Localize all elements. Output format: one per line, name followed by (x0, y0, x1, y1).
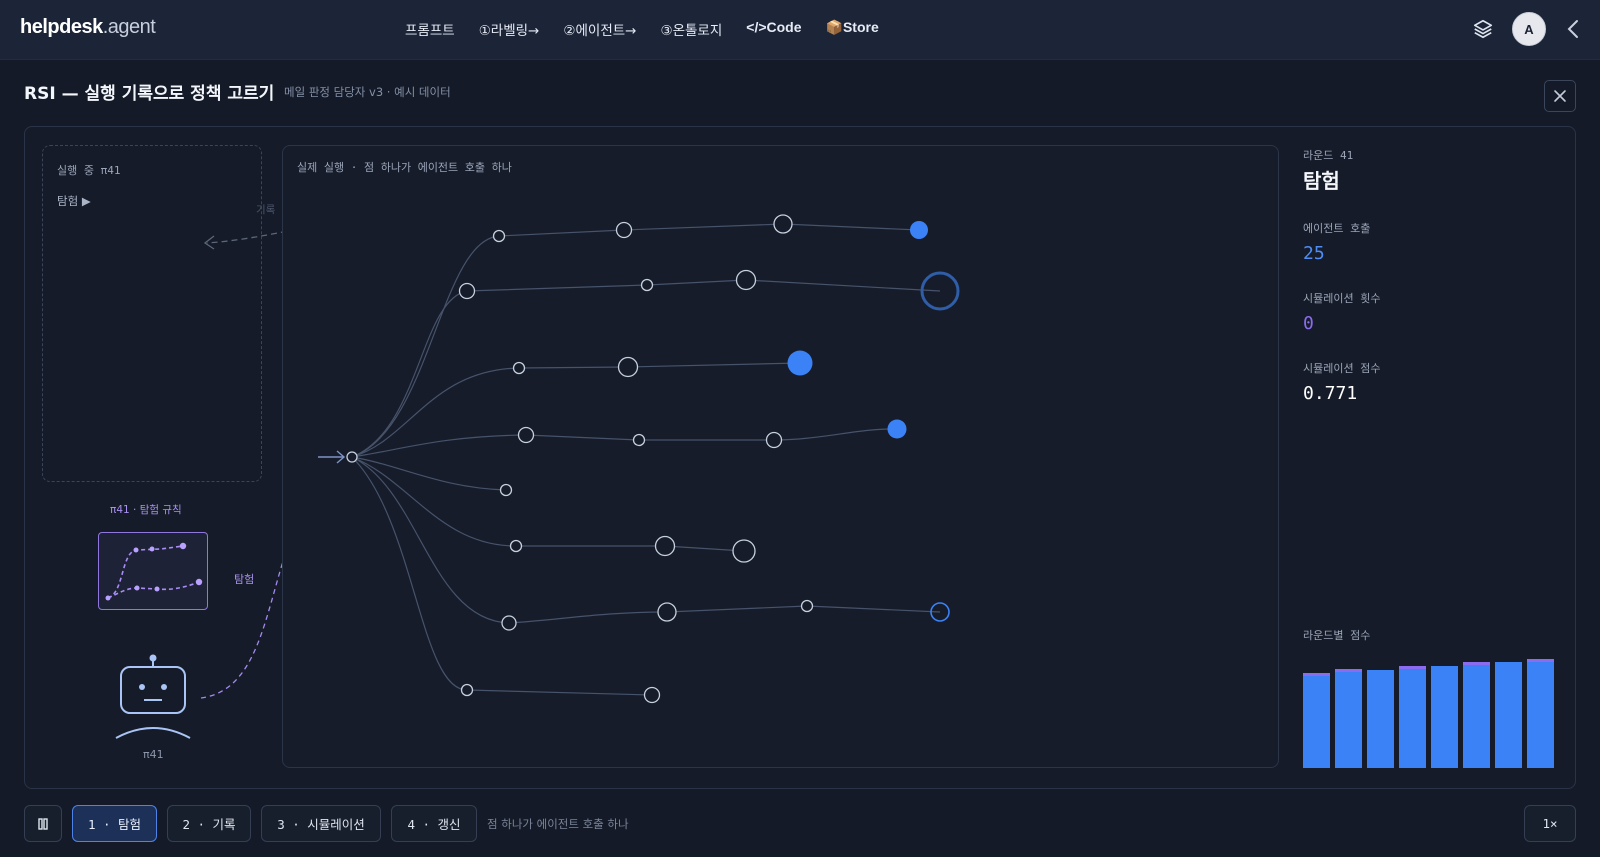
score-bar (1463, 665, 1490, 768)
score-bar-top (1463, 662, 1490, 665)
pause-button[interactable] (24, 805, 62, 842)
score-bar (1367, 670, 1394, 768)
score-bar-top (1527, 659, 1554, 662)
score-bar-top (1335, 669, 1362, 672)
score-bar (1303, 676, 1330, 768)
step-hint: 점 하나가 에이전트 호출 하나 (487, 817, 629, 831)
score-bar (1527, 662, 1554, 768)
score-bar (1335, 672, 1362, 768)
round-scores-chart (1303, 659, 1554, 768)
step-explore-button[interactable]: 1 · 탐험 (72, 805, 157, 842)
score-bar (1431, 666, 1458, 768)
step-record-button[interactable]: 2 · 기록 (167, 805, 251, 842)
pause-icon (38, 817, 48, 830)
step-simulation-button[interactable]: 3 · 시뮬레이션 (261, 805, 381, 842)
score-bar (1495, 662, 1522, 768)
speed-button[interactable]: 1× (1524, 805, 1576, 842)
step-update-button[interactable]: 4 · 갱신 (391, 805, 477, 842)
score-bar-top (1399, 666, 1426, 669)
score-bar-top (1303, 673, 1330, 676)
score-bar (1399, 669, 1426, 768)
